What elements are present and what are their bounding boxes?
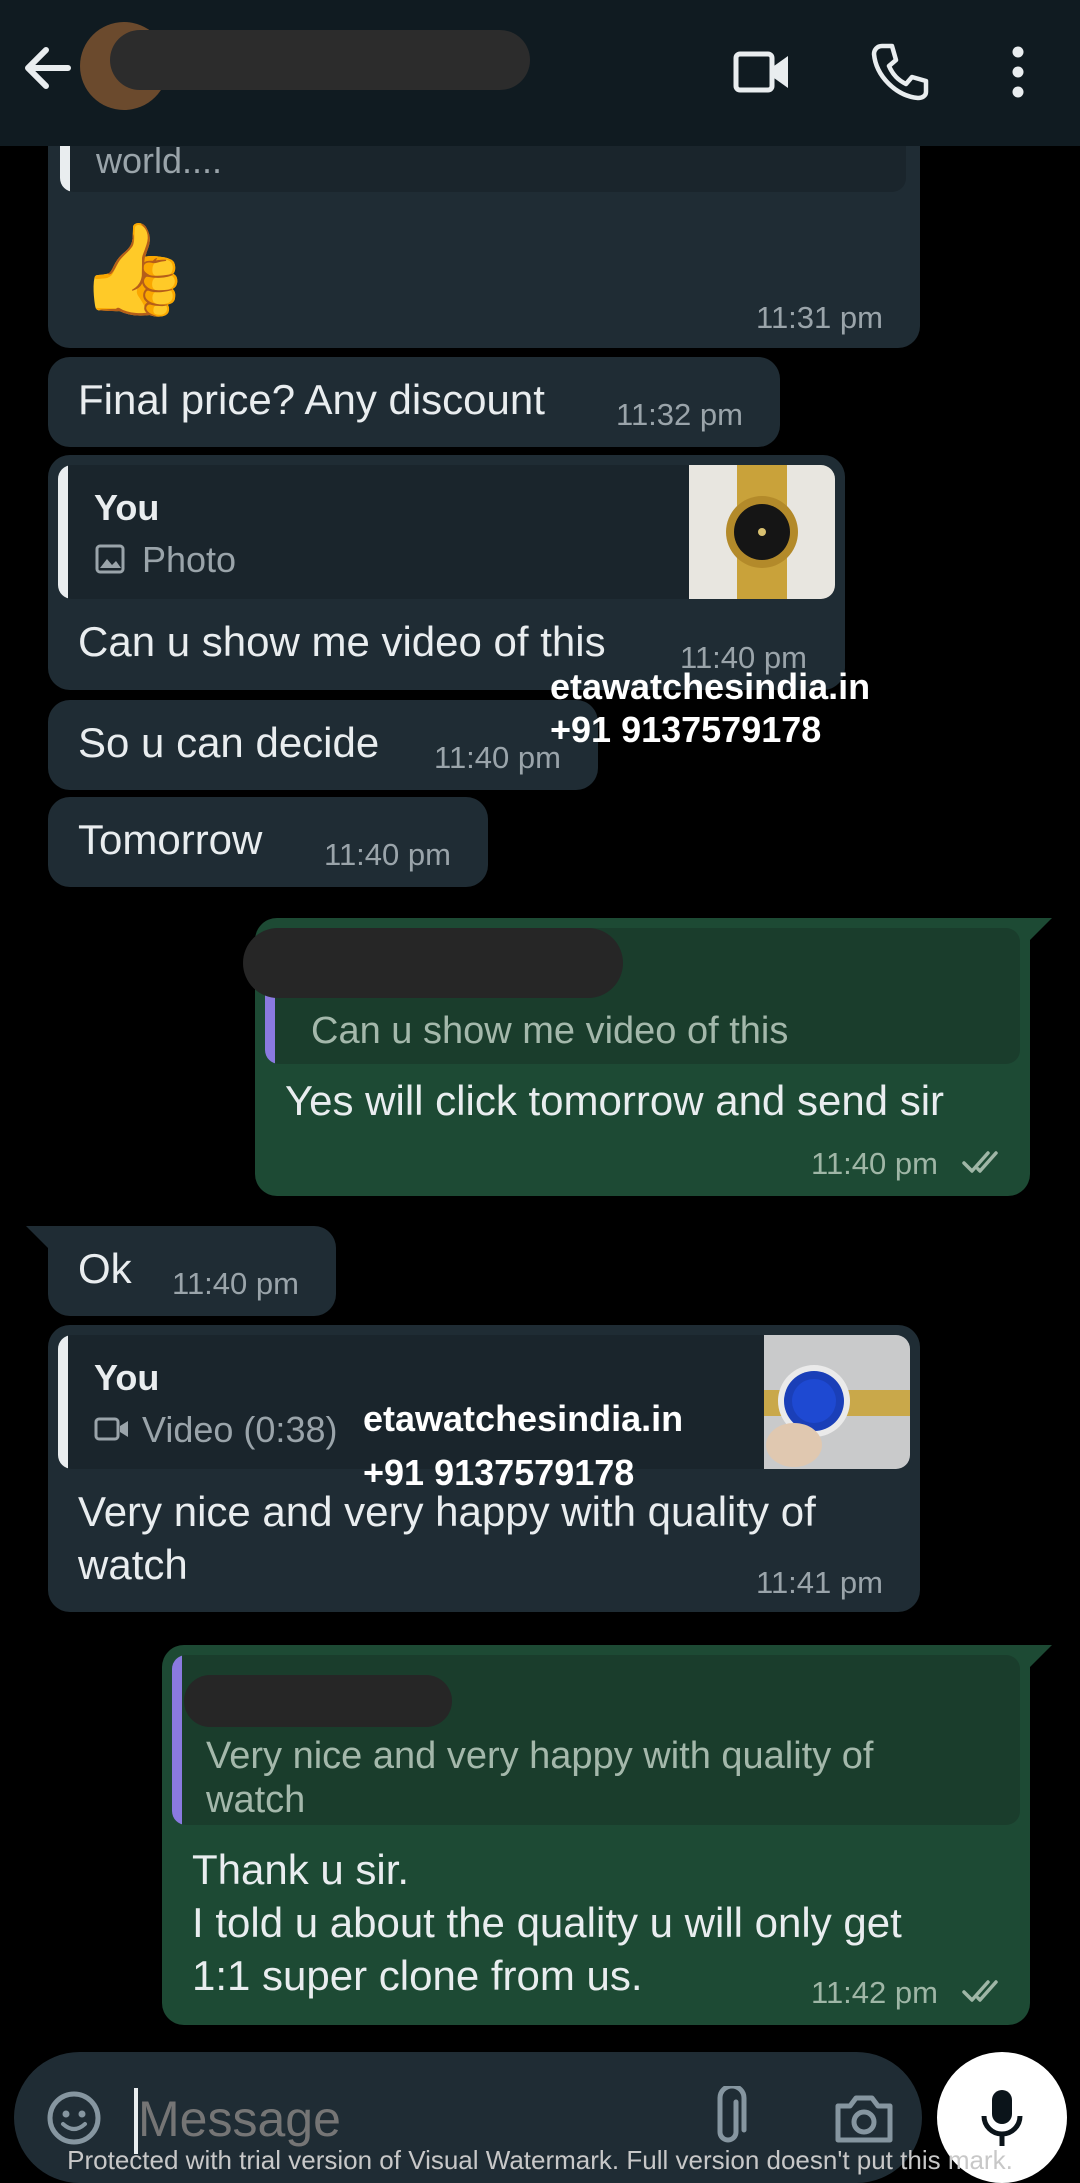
message-time: 11:40 pm — [811, 1146, 938, 1181]
message-text-line-2: watch — [78, 1541, 188, 1588]
camera-icon[interactable] — [832, 2090, 896, 2146]
incoming-message-bubble[interactable]: So u can decide 11:40 pm — [48, 700, 598, 790]
watermark-phone: +91 9137579178 — [550, 709, 822, 750]
message-time: 11:40 pm — [324, 837, 451, 872]
quoted-reply[interactable]: You Photo — [58, 465, 835, 599]
quote-accent-bar — [172, 1655, 182, 1825]
watermark-site: etawatchesindia.in — [550, 666, 871, 707]
incoming-message-bubble[interactable]: You Photo Can u show me video of this 11… — [48, 455, 845, 690]
photo-icon — [95, 544, 125, 574]
bubble-tail — [1028, 918, 1052, 942]
quoted-media-type: Photo — [142, 539, 237, 580]
bubble-tail — [26, 1226, 50, 1250]
quoted-text: world.... — [96, 140, 223, 181]
attach-icon[interactable] — [708, 2086, 748, 2150]
redacted-contact-name[interactable] — [110, 30, 530, 90]
redacted-quoted-name — [184, 1675, 452, 1727]
quoted-text: Can u show me video of this — [311, 1010, 789, 1052]
video-icon — [94, 1417, 128, 1441]
chat-header — [0, 0, 1080, 146]
message-text: Can u show me video of this — [78, 618, 606, 665]
watch-video-thumbnail[interactable] — [764, 1335, 910, 1469]
quoted-text-line-2: watch — [206, 1779, 306, 1821]
incoming-message-bubble[interactable]: world.... 👍 11:31 pm — [48, 120, 920, 348]
watermark-site: etawatchesindia.in — [363, 1398, 684, 1439]
message-time: 11:41 pm — [756, 1565, 883, 1600]
message-text: Ok — [78, 1245, 132, 1292]
thumbs-up-emoji: 👍 — [78, 220, 191, 320]
message-text-line-2: I told u about the quality u will only g… — [192, 1899, 902, 1946]
message-text-line-3: 1:1 super clone from us. — [192, 1952, 643, 1999]
quoted-sender: You — [94, 487, 160, 528]
message-time: 11:40 pm — [172, 1266, 299, 1301]
trial-watermark-note: Protected with trial version of Visual W… — [67, 2145, 1013, 2175]
voice-call-icon[interactable] — [868, 40, 932, 104]
more-options-icon[interactable] — [990, 40, 1046, 104]
quoted-media-type: Video (0:38) — [142, 1409, 338, 1450]
message-time: 11:32 pm — [616, 397, 743, 432]
quoted-text-line-1: Very nice and very happy with quality of — [206, 1735, 874, 1777]
quote-accent-bar — [58, 1335, 68, 1469]
quote-accent-bar — [58, 465, 68, 599]
sticker-icon[interactable] — [44, 2088, 104, 2148]
incoming-message-bubble[interactable]: Ok 11:40 pm — [26, 1226, 336, 1316]
incoming-message-bubble[interactable]: Tomorrow 11:40 pm — [48, 797, 488, 887]
back-arrow-icon[interactable] — [20, 40, 76, 96]
message-time: 11:40 pm — [434, 740, 561, 775]
watch-photo-thumbnail[interactable] — [689, 465, 835, 599]
message-time: 11:42 pm — [811, 1975, 938, 2010]
quoted-sender: You — [94, 1357, 160, 1398]
outgoing-message-bubble[interactable]: Very nice and very happy with quality of… — [162, 1645, 1052, 2025]
read-double-check-icon — [962, 1980, 998, 2002]
message-text: Final price? Any discount — [78, 376, 545, 423]
message-time: 11:31 pm — [756, 300, 883, 335]
microphone-icon — [981, 2090, 1023, 2146]
message-text: So u can decide — [78, 719, 380, 766]
video-call-icon[interactable] — [730, 40, 794, 104]
message-text-line-1: Thank u sir. — [192, 1846, 410, 1893]
incoming-message-bubble[interactable]: Final price? Any discount 11:32 pm — [48, 357, 780, 447]
bubble-tail — [1028, 1645, 1052, 1669]
watermark-phone: +91 9137579178 — [363, 1452, 635, 1493]
message-text: Tomorrow — [78, 816, 263, 863]
redacted-quoted-name — [243, 928, 623, 998]
message-text: Yes will click tomorrow and send sir — [285, 1077, 945, 1124]
outgoing-message-bubble[interactable]: Can u show me video of this Yes will cli… — [243, 918, 1052, 1196]
read-double-check-icon — [962, 1151, 998, 1173]
